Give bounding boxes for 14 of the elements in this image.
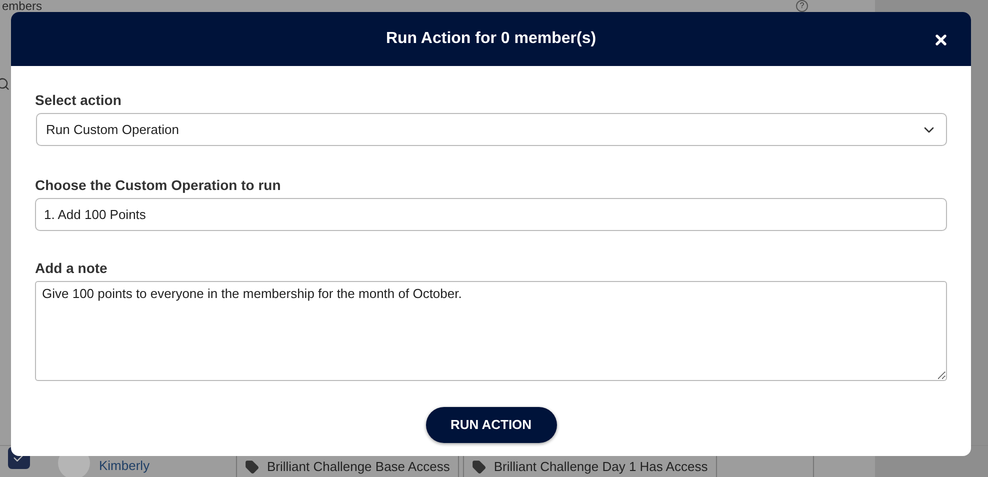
note-field[interactable]: Give 100 points to everyone in the membership for the month of October.	[35, 281, 947, 381]
member-name[interactable]: Kimberly	[99, 458, 150, 473]
tag-icon	[245, 460, 259, 474]
action-select[interactable]: Run Custom Operation	[36, 113, 947, 146]
search-icon	[0, 77, 10, 91]
run-action-button[interactable]: RUN ACTION	[426, 407, 556, 443]
modal-title: Run Action for 0 member(s)	[386, 29, 596, 49]
tag-icon	[472, 460, 486, 474]
field-label: Choose the Custom Operation to run	[35, 176, 282, 194]
field-label: Select action	[35, 91, 122, 109]
page-title: embers	[2, 0, 42, 12]
close-icon[interactable]	[933, 32, 949, 48]
operation-field[interactable]: 1. Add 100 Points	[35, 198, 947, 231]
field-label: Add a note	[35, 259, 108, 277]
